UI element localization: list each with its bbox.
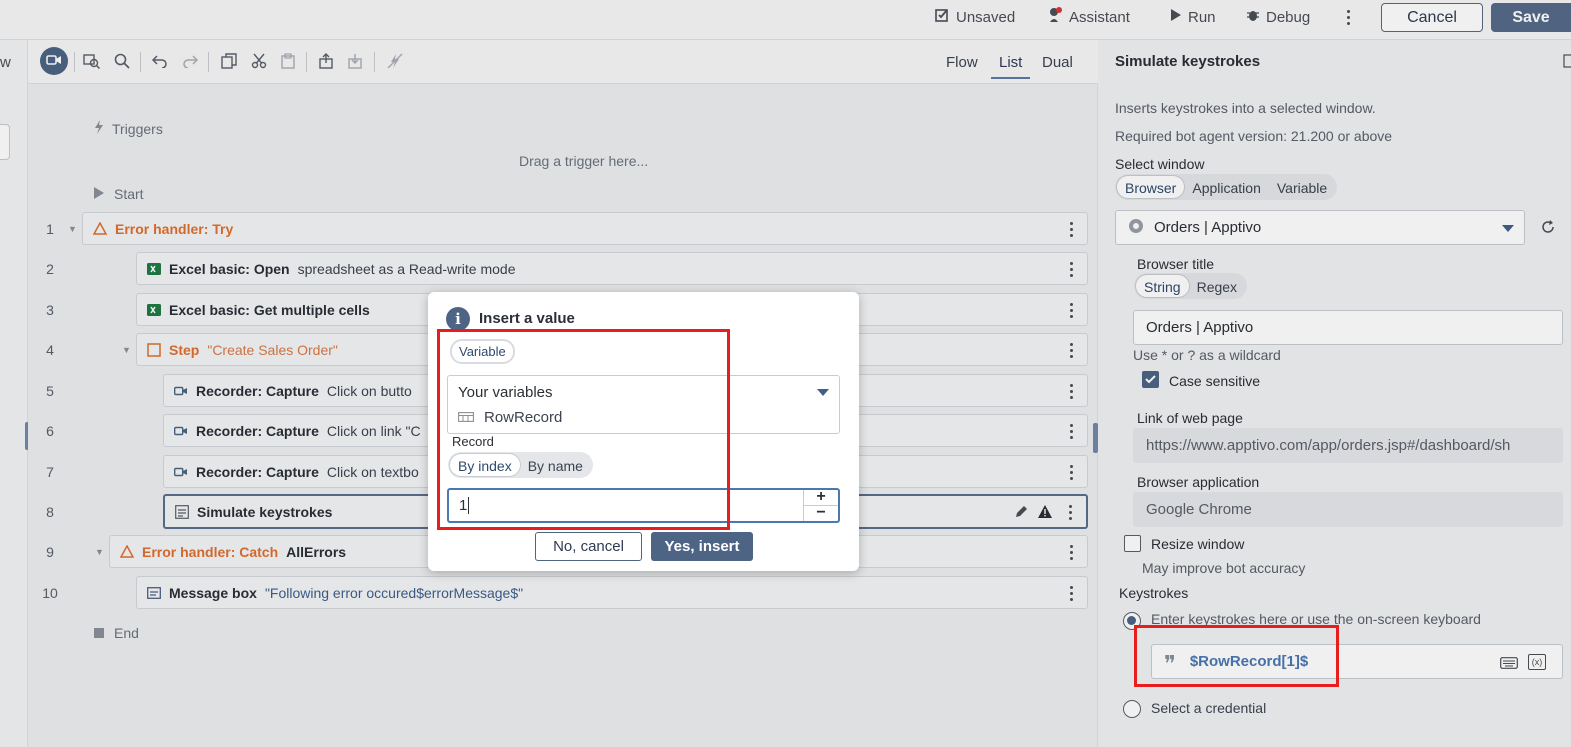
chevron-down-icon[interactable] [817, 389, 829, 396]
index-stepper[interactable]: + − [803, 488, 838, 521]
dialog-title: Insert a value [479, 310, 575, 327]
record-mode-by-name[interactable]: By name [520, 454, 591, 476]
index-number-input[interactable]: 1 + − [447, 488, 840, 523]
insert-value-dialog: i Insert a value Variable Your variables… [428, 292, 859, 571]
variable-type-chip[interactable]: Variable [450, 339, 515, 364]
variable-option-rowrecord[interactable]: RowRecord [458, 409, 562, 426]
decrement-button[interactable]: − [804, 504, 838, 521]
increment-button[interactable]: + [804, 488, 838, 506]
no-cancel-button[interactable]: No, cancel [535, 532, 642, 561]
record-mode-by-index[interactable]: By index [450, 454, 520, 476]
your-variables-label: Your variables [458, 384, 553, 401]
yes-insert-button[interactable]: Yes, insert [651, 532, 753, 561]
record-label: Record [452, 434, 494, 449]
record-mode-toggle: By index By name [448, 452, 593, 478]
variable-picker[interactable]: Your variables RowRecord [447, 375, 840, 434]
info-icon: i [446, 307, 470, 331]
variable-option-label: RowRecord [484, 409, 563, 426]
record-variable-icon [458, 409, 474, 426]
index-value: 1 [459, 497, 470, 514]
